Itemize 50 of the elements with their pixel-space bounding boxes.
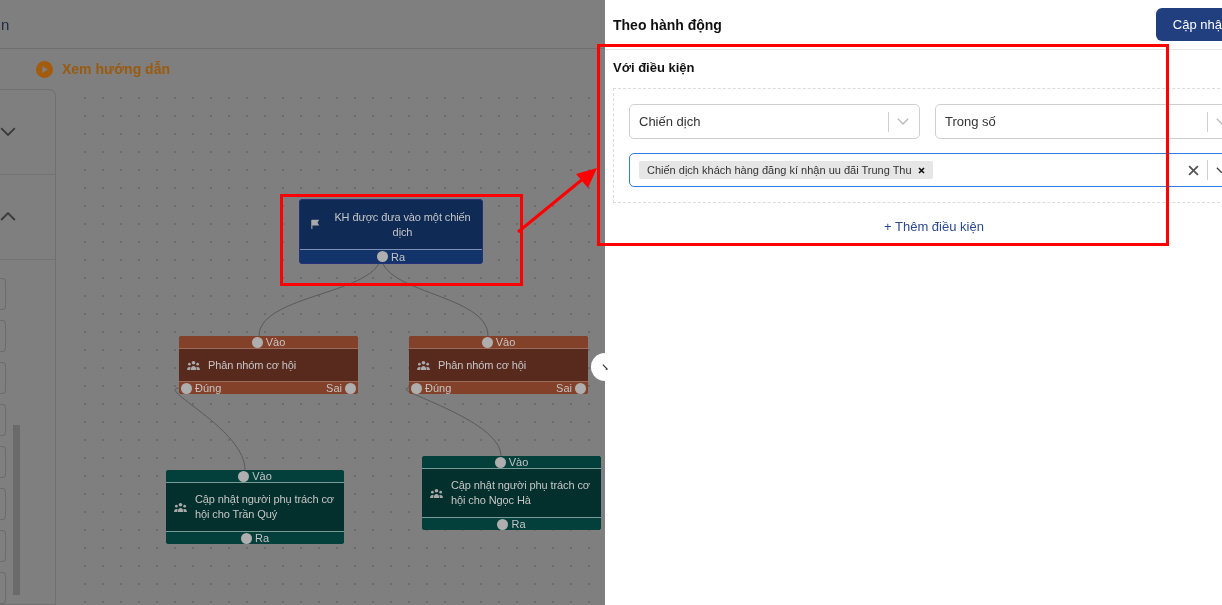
port-label: Sai xyxy=(556,382,572,394)
play-icon xyxy=(36,60,53,78)
action-node[interactable]: Vào Cập nhật người phụ trách cơ hội cho Ngọc Hà Ra xyxy=(422,456,601,530)
port-label: Đúng xyxy=(425,382,452,394)
field-select[interactable]: Chiến dịch xyxy=(629,104,920,139)
trigger-node[interactable]: KH được đưa vào một chiến dịch Ra xyxy=(299,199,483,264)
branch-node[interactable]: Vào Phân nhóm cơ hội Đúng Sai xyxy=(409,336,588,394)
node-title: Cập nhật người phụ trách cơ hội cho Trần Quý xyxy=(195,492,335,522)
value-select[interactable]: Chiến dịch khách hàng đăng kí nhận uu đãi Trung Thu xyxy=(629,153,1222,187)
port-label: Sai xyxy=(326,382,342,394)
people-icon xyxy=(430,487,443,499)
people-icon xyxy=(174,501,187,513)
port-handle[interactable] xyxy=(251,336,263,348)
port-label: Đúng xyxy=(195,382,222,394)
branch-node[interactable]: Vào Phân nhóm cơ hội Đúng Sai xyxy=(179,336,358,394)
port-label: Vào xyxy=(252,470,272,482)
port-handle[interactable] xyxy=(345,382,356,394)
operator-select[interactable]: Trong số xyxy=(935,104,1222,139)
page-title: n xyxy=(1,15,10,33)
port-handle[interactable] xyxy=(181,382,192,394)
flag-icon xyxy=(310,219,321,230)
port-handle[interactable] xyxy=(575,382,586,394)
port-label: Vào xyxy=(265,336,286,348)
tag-label: Chiến dịch khách hàng đăng kí nhận uu đãi Trung Thu xyxy=(647,164,912,176)
section-title: Với điều kiện xyxy=(612,59,696,75)
clear-icon[interactable] xyxy=(1188,164,1199,176)
people-icon xyxy=(417,359,430,371)
port-label: Vào xyxy=(495,336,516,348)
port-handle[interactable] xyxy=(494,456,506,468)
add-condition-link[interactable]: + Thêm điều kiện xyxy=(884,219,984,234)
port-handle[interactable] xyxy=(497,518,509,530)
port-label: Ra xyxy=(390,250,406,263)
port-label: Ra xyxy=(254,532,270,544)
node-title: Phân nhóm cơ hội xyxy=(208,357,297,373)
people-icon xyxy=(187,359,200,371)
port-handle[interactable] xyxy=(238,470,250,482)
port-label: Vào xyxy=(508,456,529,468)
node-title: KH được đưa vào một chiến dịch xyxy=(333,209,472,240)
node-title: Cập nhật người phụ trách cơ hội cho Ngọc Hà xyxy=(451,478,591,508)
update-button[interactable]: Cập nhậ xyxy=(1155,8,1222,41)
port-label: Ra xyxy=(511,518,526,530)
port-handle[interactable] xyxy=(240,532,252,544)
port-handle[interactable] xyxy=(411,382,422,394)
port-handle[interactable] xyxy=(376,251,388,262)
panel-title: Theo hành động xyxy=(613,16,722,33)
remove-icon[interactable] xyxy=(917,166,925,174)
chevron-up-icon xyxy=(0,212,16,222)
port-handle[interactable] xyxy=(481,336,493,348)
action-node[interactable]: Vào Cập nhật người phụ trách cơ hội cho Trần Quý Ra xyxy=(166,470,344,544)
node-title: Phân nhóm cơ hội xyxy=(438,357,527,373)
